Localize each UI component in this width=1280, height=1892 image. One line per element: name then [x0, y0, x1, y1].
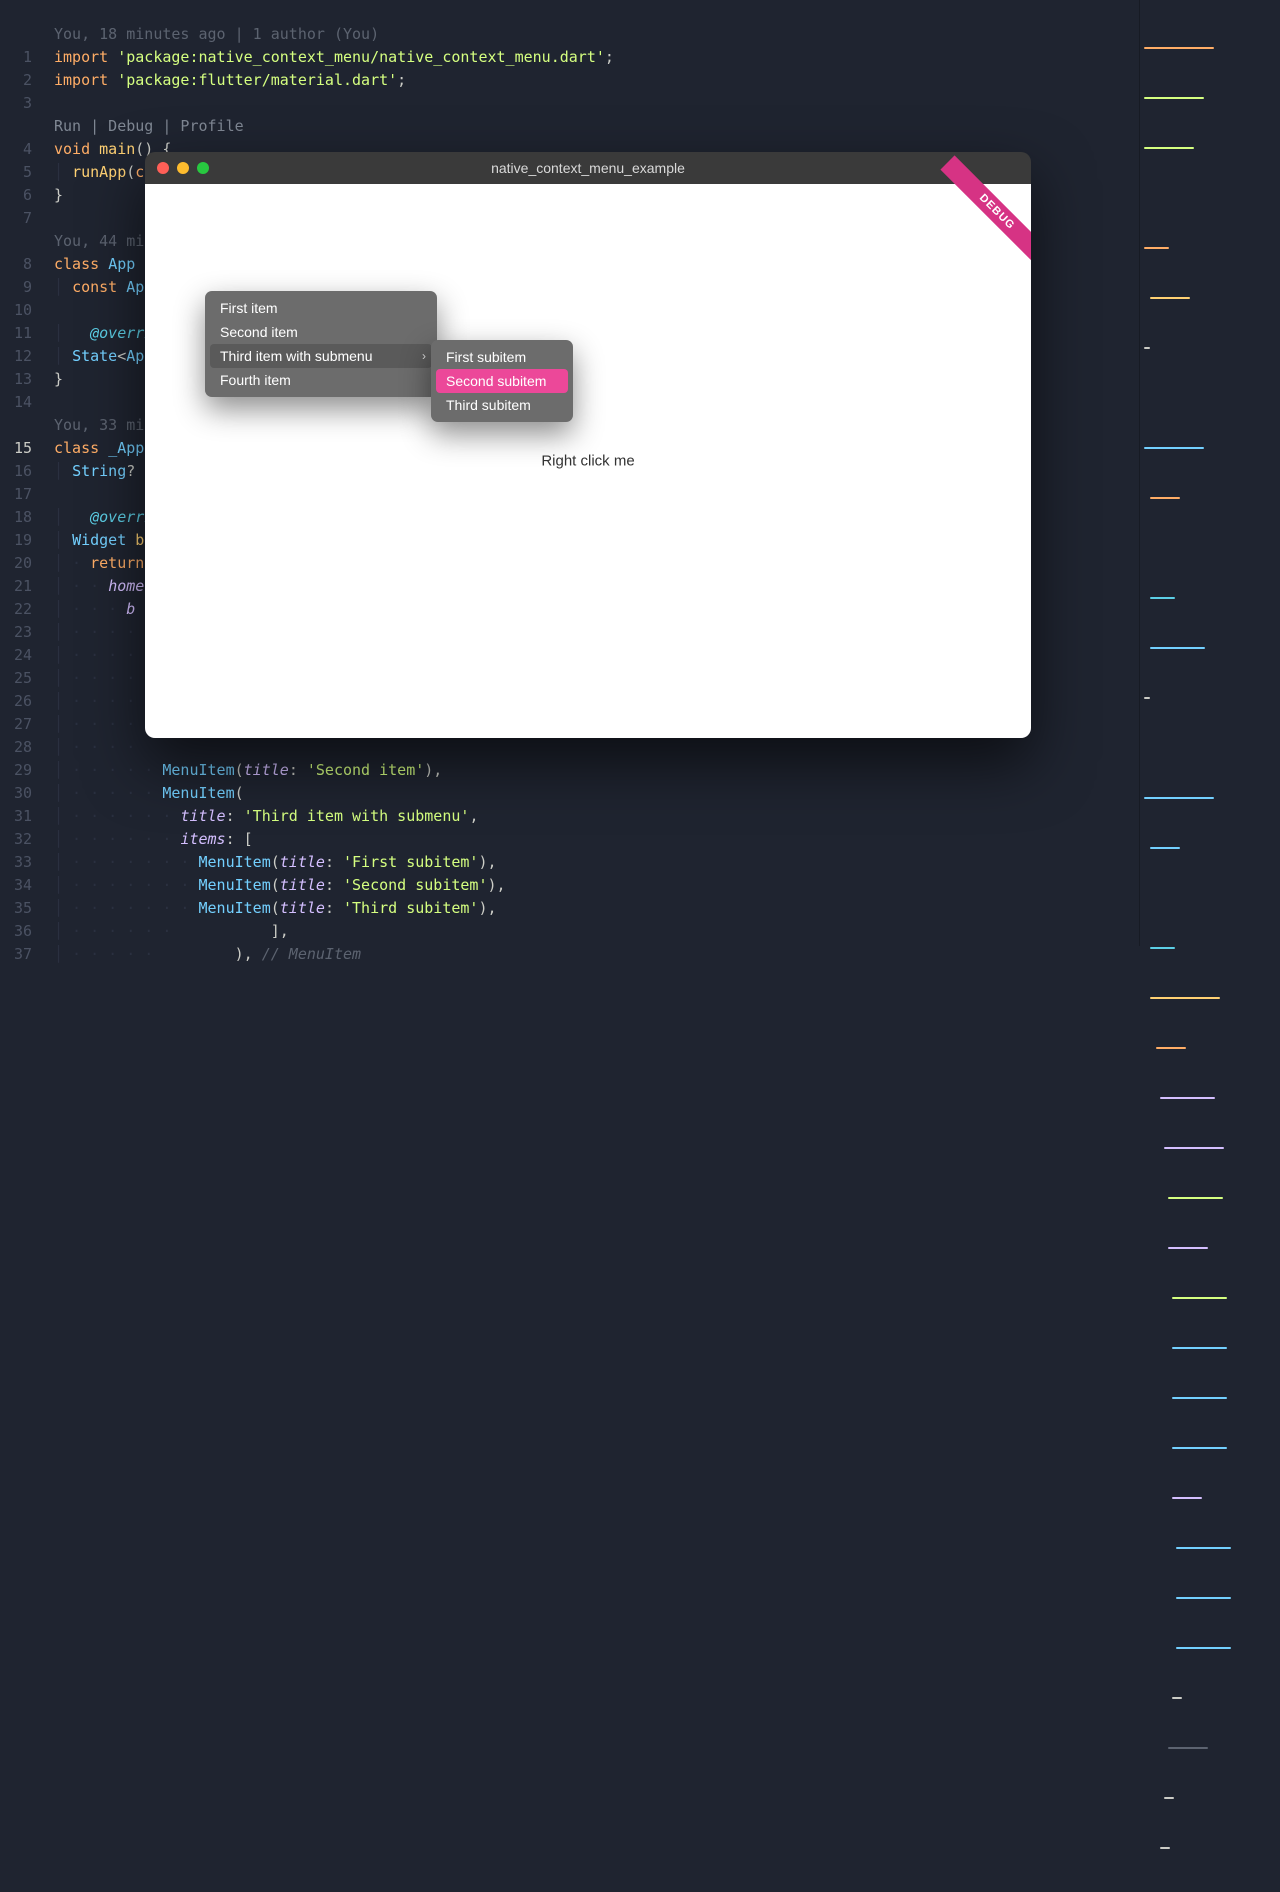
minimap[interactable] — [1139, 0, 1280, 946]
context-submenu[interactable]: First subitem Second subitem Third subit… — [431, 340, 573, 422]
menu-item[interactable]: Fourth item — [210, 368, 432, 392]
line-gutter: 1 2 3 4 5 6 7 8 9 10 11 12 13 14 15 16 1… — [0, 0, 38, 989]
submenu-item[interactable]: Third subitem — [436, 393, 568, 417]
app-body[interactable]: DEBUG Right click me First item Second i… — [145, 184, 1031, 738]
close-icon[interactable] — [157, 162, 169, 174]
zoom-icon[interactable] — [197, 162, 209, 174]
chevron-right-icon: › — [422, 349, 426, 363]
menu-item[interactable]: Second item — [210, 320, 432, 344]
context-menu[interactable]: First item Second item Third item with s… — [205, 291, 437, 397]
traffic-lights — [145, 162, 209, 174]
menu-item[interactable]: First item — [210, 296, 432, 320]
minimize-icon[interactable] — [177, 162, 189, 174]
submenu-item-selected[interactable]: Second subitem — [436, 369, 568, 393]
window-title: native_context_menu_example — [145, 160, 1031, 176]
submenu-item[interactable]: First subitem — [436, 345, 568, 369]
menu-item-submenu[interactable]: Third item with submenu › — [210, 344, 432, 368]
titlebar[interactable]: native_context_menu_example — [145, 152, 1031, 184]
git-blame: You, 18 minutes ago | 1 author (You) — [54, 25, 379, 43]
center-label: Right click me — [541, 453, 634, 470]
code-lens[interactable]: Run | Debug | Profile — [54, 117, 244, 135]
app-window[interactable]: native_context_menu_example DEBUG Right … — [145, 152, 1031, 738]
